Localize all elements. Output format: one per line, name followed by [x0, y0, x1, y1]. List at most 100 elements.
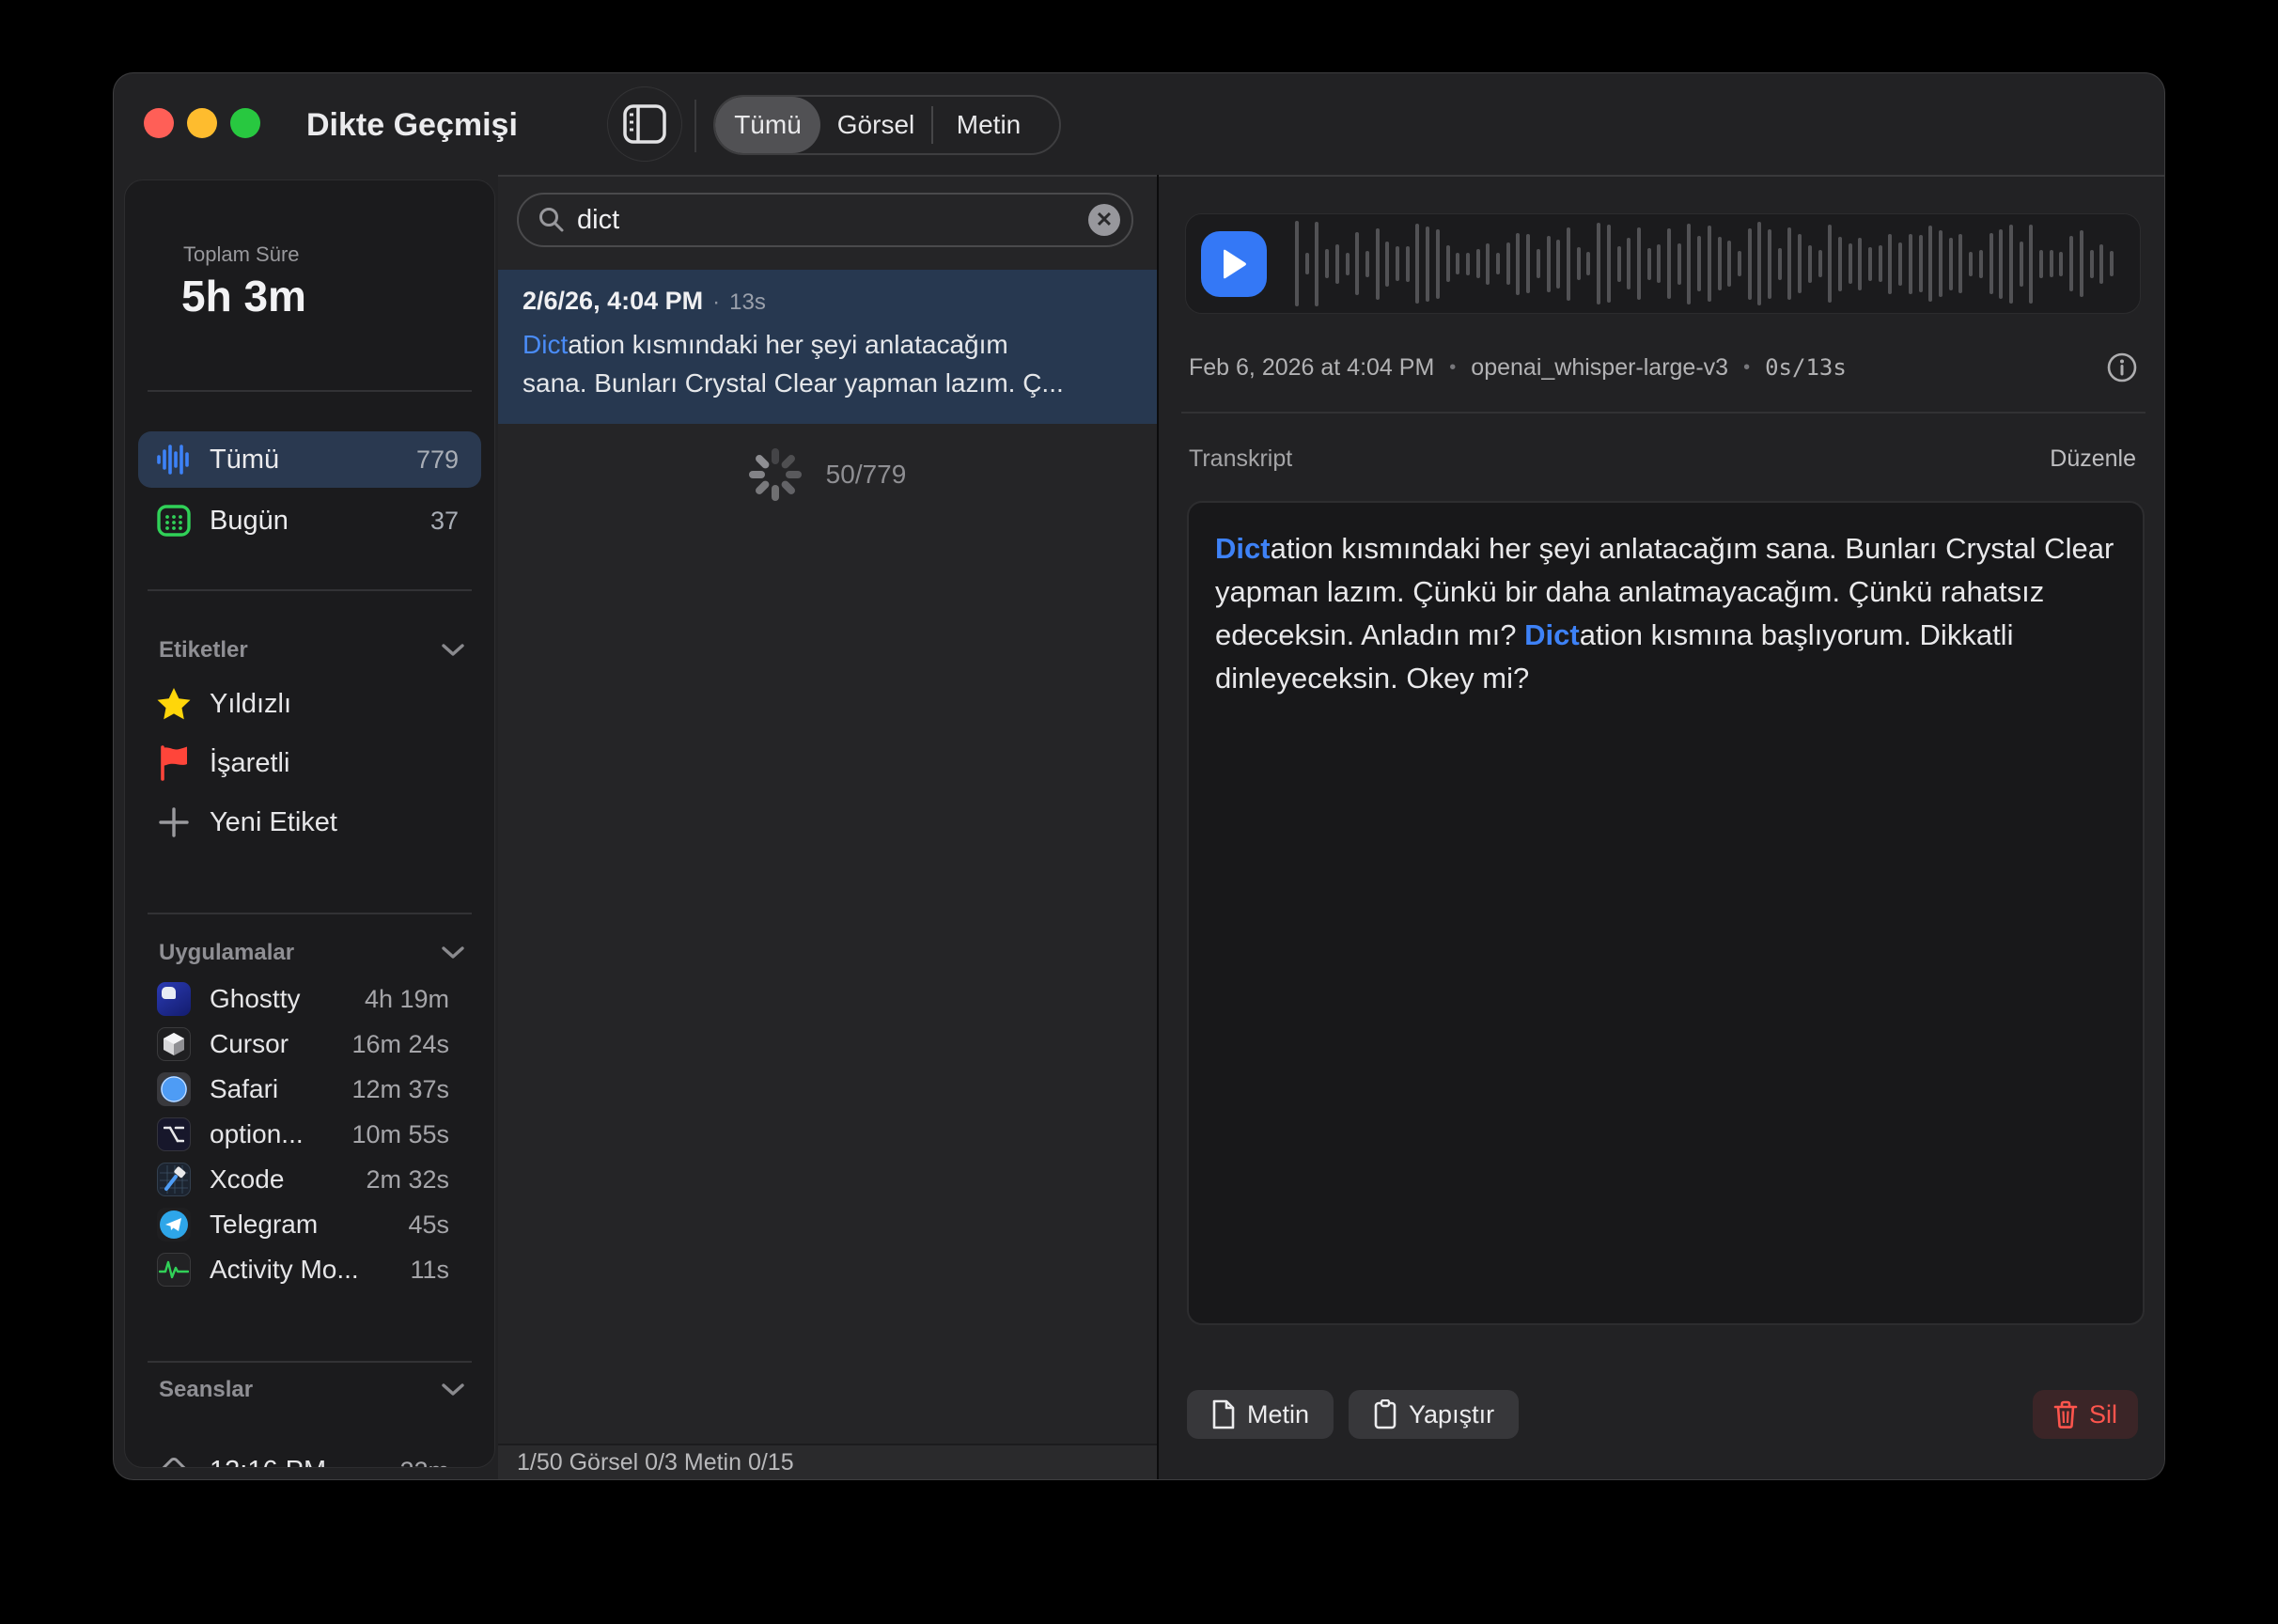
item-dot: · — [712, 289, 720, 316]
search-match-highlight: Dict — [1215, 532, 1271, 565]
app-row-ghostty[interactable]: Ghostty 4h 19m — [138, 976, 481, 1022]
list-item[interactable]: 2/6/26, 4:04 PM · 13s Dictation kısmında… — [498, 270, 1157, 424]
detail-panel: Feb 6, 2026 at 4:04 PM • openai_whisper-… — [1159, 177, 2164, 1479]
telegram-app-icon — [153, 1208, 195, 1241]
app-row-cursor[interactable]: Cursor 16m 24s — [138, 1022, 481, 1067]
app-duration: 12m 37s — [351, 1075, 449, 1104]
transcript-text[interactable]: Dictation kısmındaki her şeyi anlatacağı… — [1187, 501, 2145, 1325]
audio-player — [1185, 213, 2141, 314]
sidebar-item-label: Bugün — [210, 506, 289, 537]
close-window-button[interactable] — [144, 108, 174, 138]
activity-monitor-app-icon — [153, 1253, 195, 1287]
tag-label: Yeni Etiket — [210, 807, 337, 838]
app-row-activity-monitor[interactable]: Activity Mo... 11s — [138, 1247, 481, 1292]
ghostty-app-icon — [153, 982, 195, 1016]
app-duration: 10m 55s — [351, 1120, 449, 1149]
sidebar-divider — [148, 913, 472, 914]
sidebar-divider — [148, 589, 472, 591]
clear-search-button[interactable]: ✕ — [1088, 204, 1120, 236]
titlebar-divider — [694, 100, 696, 152]
app-window: Dikte Geçmişi Tümü Görsel Metin Toplam S… — [113, 72, 2165, 1480]
app-duration: 2m 32s — [366, 1165, 449, 1195]
app-row-telegram[interactable]: Telegram 45s — [138, 1202, 481, 1247]
app-duration: 4h 19m — [365, 985, 449, 1014]
tab-gorsel[interactable]: Görsel — [820, 97, 931, 153]
document-icon — [1211, 1399, 1236, 1429]
results-list-panel: dict ✕ 2/6/26, 4:04 PM · 13s Dictation k… — [498, 177, 1157, 1479]
item-preview: Dictation kısmındaki her şeyi anlatacağı… — [523, 325, 1132, 402]
edit-button[interactable]: Düzenle — [2050, 445, 2136, 473]
recording-date: Feb 6, 2026 at 4:04 PM — [1189, 354, 1434, 382]
sidebar-divider — [148, 390, 472, 392]
paste-button[interactable]: Yapıştır — [1349, 1390, 1519, 1439]
sidebar-item-label: Tümü — [210, 445, 279, 476]
app-label: option... — [210, 1119, 304, 1149]
sidebar-toggle-icon — [623, 104, 666, 144]
app-label: Activity Mo... — [210, 1255, 359, 1285]
action-bar: Metin Yapıştır Sil — [1187, 1390, 2138, 1439]
list-status-bar: 1/50 Görsel 0/3 Metin 0/15 — [498, 1444, 1157, 1479]
app-label: Xcode — [210, 1164, 284, 1195]
session-clock-icon — [153, 1454, 195, 1468]
calendar-icon — [153, 503, 195, 539]
sidebar-toggle-button[interactable] — [607, 86, 682, 162]
sidebar-item-bugun[interactable]: Bugün 37 — [138, 492, 481, 549]
tab-tumu[interactable]: Tümü — [715, 97, 820, 153]
app-row-safari[interactable]: Safari 12m 37s — [138, 1067, 481, 1112]
search-match-highlight: Dict — [523, 330, 568, 359]
sidebar: Toplam Süre 5h 3m Tümü 779 — [124, 180, 495, 1468]
tags-section-header: Etiketler — [159, 637, 248, 664]
flag-icon — [153, 745, 195, 781]
info-icon[interactable] — [2106, 351, 2138, 383]
tab-metin[interactable]: Metin — [933, 97, 1044, 153]
waveform-scrubber[interactable] — [1295, 214, 2114, 313]
session-label: 12:16 PM — [210, 1456, 326, 1469]
search-input-value[interactable]: dict — [577, 205, 619, 236]
copy-text-button[interactable]: Metin — [1187, 1390, 1334, 1439]
chevron-down-icon[interactable] — [440, 1381, 466, 1398]
search-field[interactable]: dict ✕ — [517, 193, 1133, 247]
minimize-window-button[interactable] — [187, 108, 217, 138]
sidebar-divider — [148, 1361, 472, 1363]
item-date: 2/6/26, 4:04 PM — [523, 287, 703, 316]
option-app-icon — [153, 1117, 195, 1151]
tag-label: Yıldızlı — [210, 689, 291, 720]
search-icon — [538, 206, 566, 234]
apps-section-header: Uygulamalar — [159, 940, 294, 966]
filter-segmented-control: Tümü Görsel Metin — [713, 95, 1061, 155]
play-icon — [1220, 248, 1248, 280]
safari-app-icon — [153, 1072, 195, 1106]
session-row[interactable]: 12:16 PM 22m — [138, 1444, 481, 1468]
chevron-down-icon[interactable] — [440, 944, 466, 960]
chevron-down-icon[interactable] — [440, 641, 466, 658]
app-label: Cursor — [210, 1029, 289, 1059]
cursor-app-icon — [153, 1027, 195, 1061]
detail-separator — [1181, 412, 2145, 414]
app-row-option[interactable]: option... 10m 55s — [138, 1112, 481, 1157]
title-bar: Dikte Geçmişi Tümü Görsel Metin — [114, 73, 2164, 177]
item-duration: 13s — [729, 289, 766, 316]
total-duration-label: Toplam Süre — [183, 242, 300, 267]
app-duration: 45s — [408, 1210, 449, 1240]
recording-meta-row: Feb 6, 2026 at 4:04 PM • openai_whisper-… — [1189, 351, 2138, 383]
sidebar-item-yeni-etiket[interactable]: Yeni Etiket — [138, 796, 481, 849]
app-label: Ghostty — [210, 984, 300, 1014]
total-duration-value: 5h 3m — [181, 271, 306, 321]
app-label: Telegram — [210, 1210, 318, 1240]
status-text: 1/50 Görsel 0/3 Metin 0/15 — [517, 1449, 794, 1476]
delete-button[interactable]: Sil — [2033, 1390, 2138, 1439]
play-button[interactable] — [1201, 231, 1267, 297]
app-duration: 11s — [410, 1256, 449, 1285]
sidebar-item-count: 37 — [430, 507, 459, 536]
sidebar-item-isaretli[interactable]: İşaretli — [138, 737, 481, 789]
sidebar-item-yildizli[interactable]: Yıldızlı — [138, 678, 481, 730]
zoom-window-button[interactable] — [230, 108, 260, 138]
tag-label: İşaretli — [210, 748, 289, 779]
app-duration: 16m 24s — [351, 1030, 449, 1059]
loading-spinner — [749, 448, 802, 501]
window-title: Dikte Geçmişi — [306, 107, 518, 144]
loading-row: 50/779 — [498, 442, 1157, 508]
sidebar-item-tumu[interactable]: Tümü 779 — [138, 431, 481, 488]
waveform-icon — [153, 443, 195, 476]
app-row-xcode[interactable]: Xcode 2m 32s — [138, 1157, 481, 1202]
